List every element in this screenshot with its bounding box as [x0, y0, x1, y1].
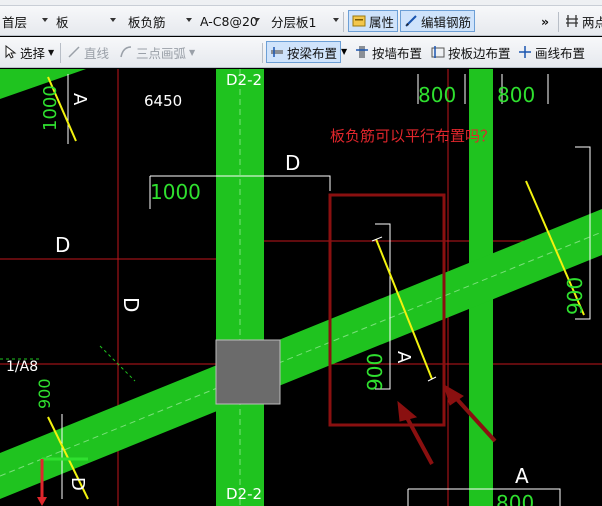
chevron-down-icon: ▼ — [189, 47, 196, 57]
label-900-right: 900 — [563, 277, 587, 315]
component-type-select[interactable]: 板 — [56, 10, 118, 32]
by-slab-edge-label: 按板边布置 — [448, 45, 511, 61]
rebar-mark-bottom: D — [67, 477, 88, 491]
label-800-left: 800 — [418, 83, 456, 107]
by-wall-label: 按墙布置 — [372, 45, 423, 61]
toolbar-divider — [60, 43, 61, 63]
by-wall-icon — [355, 45, 369, 59]
chevron-down-icon — [42, 18, 48, 22]
chevron-down-icon — [186, 18, 192, 22]
by-beam-icon — [270, 45, 284, 59]
line-icon — [67, 45, 81, 59]
label-d2-2-bottom: D2-2 — [226, 485, 262, 503]
rebar-mark-center: A — [393, 351, 414, 364]
toolbar-divider — [262, 43, 263, 63]
beams — [0, 69, 602, 506]
select-button[interactable]: 选择 ▼ — [0, 41, 57, 63]
label-1000-horizontal: 1000 — [150, 180, 201, 204]
label-900-left: 900 — [35, 378, 54, 409]
axis-label-d-top: D — [285, 151, 300, 175]
properties-button[interactable]: 属性 — [348, 10, 399, 32]
annotation-arrow — [403, 413, 434, 465]
arc-icon — [119, 45, 133, 59]
chevron-down-icon: ▼ — [48, 47, 55, 57]
rebar-mark-left: A — [69, 93, 90, 106]
component-toolbar: 首层 板 板负筋 A-C8@20 分层板1 属性 编辑钢筋 » 两点 — [0, 6, 602, 36]
cursor-arrow-icon — [3, 44, 17, 59]
by-beam-button[interactable]: 按梁布置 — [266, 41, 342, 63]
component-select[interactable]: 板负筋 — [128, 10, 194, 32]
spec-select[interactable]: A-C8@20 — [200, 10, 262, 32]
floor-select[interactable]: 首层 — [2, 10, 50, 32]
two-point-button[interactable]: 两点 — [562, 10, 602, 32]
drawing-canvas[interactable]: D2-2 D2-2 6450 1000 1000 800 800 900 900… — [0, 69, 602, 506]
more-label: » — [541, 13, 550, 29]
chevron-down-icon — [110, 18, 116, 22]
by-slab-edge-button[interactable]: 按板边布置 — [428, 41, 514, 63]
spec-value: A-C8@20 — [200, 13, 258, 29]
line-label: 直线 — [84, 45, 110, 61]
toolbar-divider — [343, 12, 344, 32]
chevron-down-icon[interactable]: ▼ — [341, 47, 347, 56]
floor-select-value: 首层 — [2, 14, 28, 30]
layer-select[interactable]: 分层板1 — [271, 10, 341, 32]
two-point-icon — [565, 14, 579, 28]
draw-line-icon — [518, 45, 532, 59]
column[interactable] — [215, 339, 281, 405]
component-type-value: 板 — [56, 14, 69, 30]
three-point-arc-button[interactable]: 三点画弧 ▼ — [116, 41, 198, 63]
draw-toolbar: 选择 ▼ 直线 三点画弧 ▼ 0 按梁布置 ▼ 按墙布置 按板边布置 — [0, 37, 602, 68]
by-beam-label: 按梁布置 — [287, 45, 338, 61]
by-wall-button[interactable]: 按墙布置 — [352, 41, 425, 63]
question-text: 板负筋可以平行布置吗？ — [330, 127, 496, 145]
toolbar-divider — [558, 12, 559, 32]
label-d2-2-top: D2-2 — [226, 71, 262, 89]
label-6450: 6450 — [144, 92, 182, 110]
label-900-center: 900 — [363, 353, 387, 391]
axis-label-d-left: D — [55, 233, 70, 257]
layer-value: 分层板1 — [271, 14, 317, 30]
axis-label-a-bottom: A — [515, 464, 529, 488]
line-button[interactable]: 直线 — [64, 41, 112, 63]
properties-label: 属性 — [369, 14, 395, 30]
more-tools-button[interactable]: » — [538, 10, 552, 32]
chevron-down-icon — [333, 18, 339, 22]
label-800-bottom: 800 — [496, 491, 534, 506]
annotation-arrowhead — [397, 400, 418, 422]
two-point-label: 两点 — [582, 14, 602, 30]
axis-label-1-a8: 1/A8 — [6, 359, 38, 375]
draw-line-label: 画线布置 — [535, 45, 586, 61]
edit-rebar-button[interactable]: 编辑钢筋 — [400, 10, 476, 32]
label-1000-vertical: 1000 — [40, 85, 61, 131]
ucs-arrowhead — [37, 497, 47, 506]
edit-rebar-icon — [404, 14, 418, 28]
select-label: 选择 — [20, 45, 46, 61]
chevron-down-icon — [254, 18, 260, 22]
component-value: 板负筋 — [128, 14, 166, 30]
arc-label: 三点画弧 — [136, 45, 187, 61]
label-800-right: 800 — [497, 83, 535, 107]
properties-icon — [352, 14, 366, 28]
cad-drawing[interactable]: D2-2 D2-2 6450 1000 1000 800 800 900 900… — [0, 69, 602, 506]
axis-label-d-vertical: D — [119, 297, 143, 312]
edit-rebar-label: 编辑钢筋 — [421, 14, 472, 30]
draw-line-layout-button[interactable]: 画线布置 — [515, 41, 588, 63]
by-slab-edge-icon — [431, 45, 445, 59]
